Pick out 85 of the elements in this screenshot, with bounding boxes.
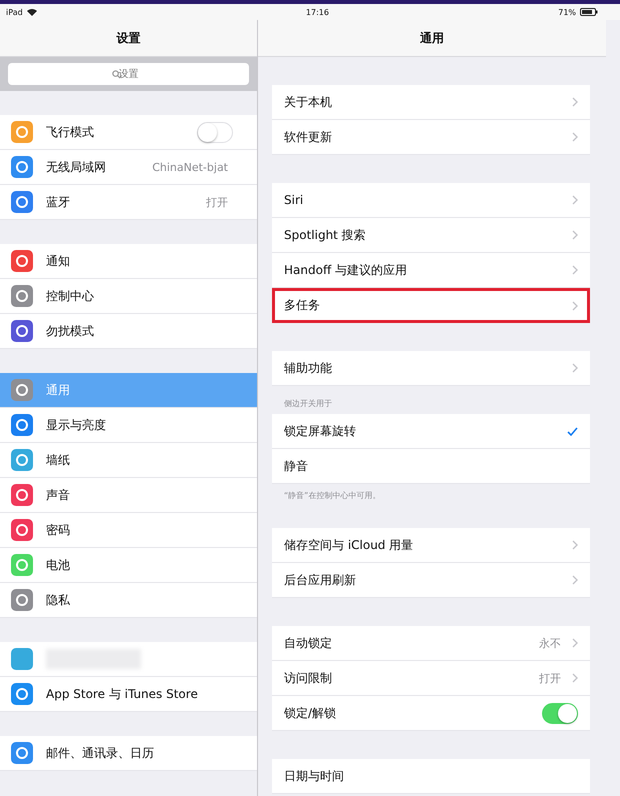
- item-value: 打开: [206, 194, 228, 210]
- row-label: Spotlight 搜索: [284, 226, 366, 244]
- row-label: 后台应用刷新: [284, 572, 356, 588]
- settings-row[interactable]: 静音: [272, 449, 590, 484]
- settings-row[interactable]: 访问限制 打开: [272, 661, 590, 696]
- item-label: 显示与亮度: [46, 416, 106, 434]
- item-label: 蓝牙: [46, 194, 70, 210]
- item-label: 勿扰模式: [46, 322, 94, 340]
- settings-row[interactable]: 日期与时间: [272, 759, 590, 794]
- row-label: 辅助功能: [284, 360, 332, 376]
- settings-row[interactable]: 关于本机: [272, 85, 590, 120]
- row-label: 软件更新: [284, 128, 332, 146]
- section-footer: “静音”在控制中心中可用。: [272, 484, 590, 500]
- row-label: Handoff 与建议的应用: [284, 262, 408, 278]
- settings-row[interactable]: 多任务: [272, 288, 590, 323]
- settings-row[interactable]: Handoff 与建议的应用: [272, 253, 590, 288]
- chevron-icon: [572, 300, 578, 310]
- row-label: 锁定/解锁: [284, 704, 336, 722]
- settings-row[interactable]: 储存空间与 iCloud 用量: [272, 528, 590, 563]
- sidebar-item[interactable]: 显示与亮度: [0, 408, 257, 443]
- wifi-icon: [26, 8, 37, 16]
- row-label: 关于本机: [284, 94, 332, 110]
- item-label: 隐私: [46, 592, 70, 608]
- row-label: Siri: [284, 193, 304, 207]
- chevron-icon: [572, 363, 578, 373]
- battery-icon: [580, 8, 598, 16]
- item-label: App Store 与 iTunes Store: [46, 686, 198, 702]
- sidebar-item[interactable]: 通知: [0, 244, 257, 279]
- battery-percent: 71%: [558, 8, 576, 16]
- device-name: iPad: [6, 8, 23, 16]
- chevron-icon: [572, 230, 578, 240]
- sidebar-item[interactable]: 墙纸: [0, 443, 257, 478]
- item-label: 电池: [46, 556, 70, 574]
- settings-row[interactable]: 软件更新: [272, 120, 590, 155]
- chevron-icon: [572, 673, 578, 683]
- item-label: 密码: [46, 522, 70, 538]
- sidebar-item[interactable]: 控制中心: [0, 279, 257, 314]
- sidebar-item[interactable]: 无线局域网 ChinaNet-bjat: [0, 150, 257, 185]
- item-label: 声音: [46, 486, 70, 504]
- item-value: ChinaNet-bjat: [152, 160, 228, 174]
- row-label: 访问限制: [284, 670, 332, 686]
- item-label: 无线局域网: [46, 158, 106, 176]
- settings-row[interactable]: 锁定/解锁: [272, 696, 590, 731]
- settings-row[interactable]: 后台应用刷新: [272, 563, 590, 598]
- search-field[interactable]: 设置: [8, 63, 249, 85]
- item-label: 控制中心: [46, 288, 94, 304]
- sidebar-item[interactable]: 声音: [0, 478, 257, 513]
- toggle-switch[interactable]: [542, 702, 578, 724]
- row-value: 打开: [539, 670, 561, 686]
- item-label: 墙纸: [46, 452, 70, 468]
- section-header: 侧边开关用于: [283, 398, 333, 410]
- chevron-icon: [572, 540, 578, 550]
- row-value: 永不: [539, 636, 561, 650]
- sidebar-item[interactable]: 勿扰模式: [0, 314, 257, 349]
- chevron-icon: [572, 638, 578, 648]
- chevron-icon: [572, 132, 578, 142]
- settings-row[interactable]: Siri: [272, 183, 590, 218]
- row-label: 静音: [284, 458, 308, 474]
- chevron-icon: [572, 265, 578, 275]
- row-label: 锁定屏幕旋转: [284, 422, 356, 440]
- sidebar-item[interactable]: 飞行模式: [0, 115, 257, 150]
- item-label: 邮件、通讯录、日历: [46, 744, 154, 762]
- settings-row[interactable]: 锁定屏幕旋转: [272, 414, 590, 449]
- row-label: 自动锁定: [284, 634, 332, 652]
- item-label: 通知: [46, 252, 70, 270]
- row-label: 储存空间与 iCloud 用量: [284, 536, 414, 554]
- chevron-icon: [572, 195, 578, 205]
- row-label: 多任务: [284, 297, 320, 314]
- sidebar-item[interactable]: 电池: [0, 548, 257, 583]
- chevron-icon: [572, 97, 578, 107]
- sidebar-item[interactable]: 邮件、通讯录、日历: [0, 736, 257, 771]
- settings-row[interactable]: 自动锁定 永不: [272, 626, 590, 661]
- settings-row[interactable]: 辅助功能: [272, 351, 590, 386]
- sidebar-item[interactable]: 密码: [0, 513, 257, 548]
- nav-title: 设置: [116, 30, 140, 46]
- nav-title: 通用: [420, 30, 444, 46]
- toggle-switch[interactable]: [197, 122, 233, 142]
- chevron-icon: [572, 575, 578, 585]
- sidebar-item[interactable]: 蓝牙 打开: [0, 185, 257, 220]
- item-label: 飞行模式: [46, 124, 94, 140]
- clock: 17:16: [306, 8, 329, 16]
- row-label: 日期与时间: [284, 768, 344, 784]
- item-label: 通用: [46, 382, 70, 398]
- settings-row[interactable]: Spotlight 搜索: [272, 218, 590, 253]
- sidebar-item[interactable]: 隐私: [0, 583, 257, 618]
